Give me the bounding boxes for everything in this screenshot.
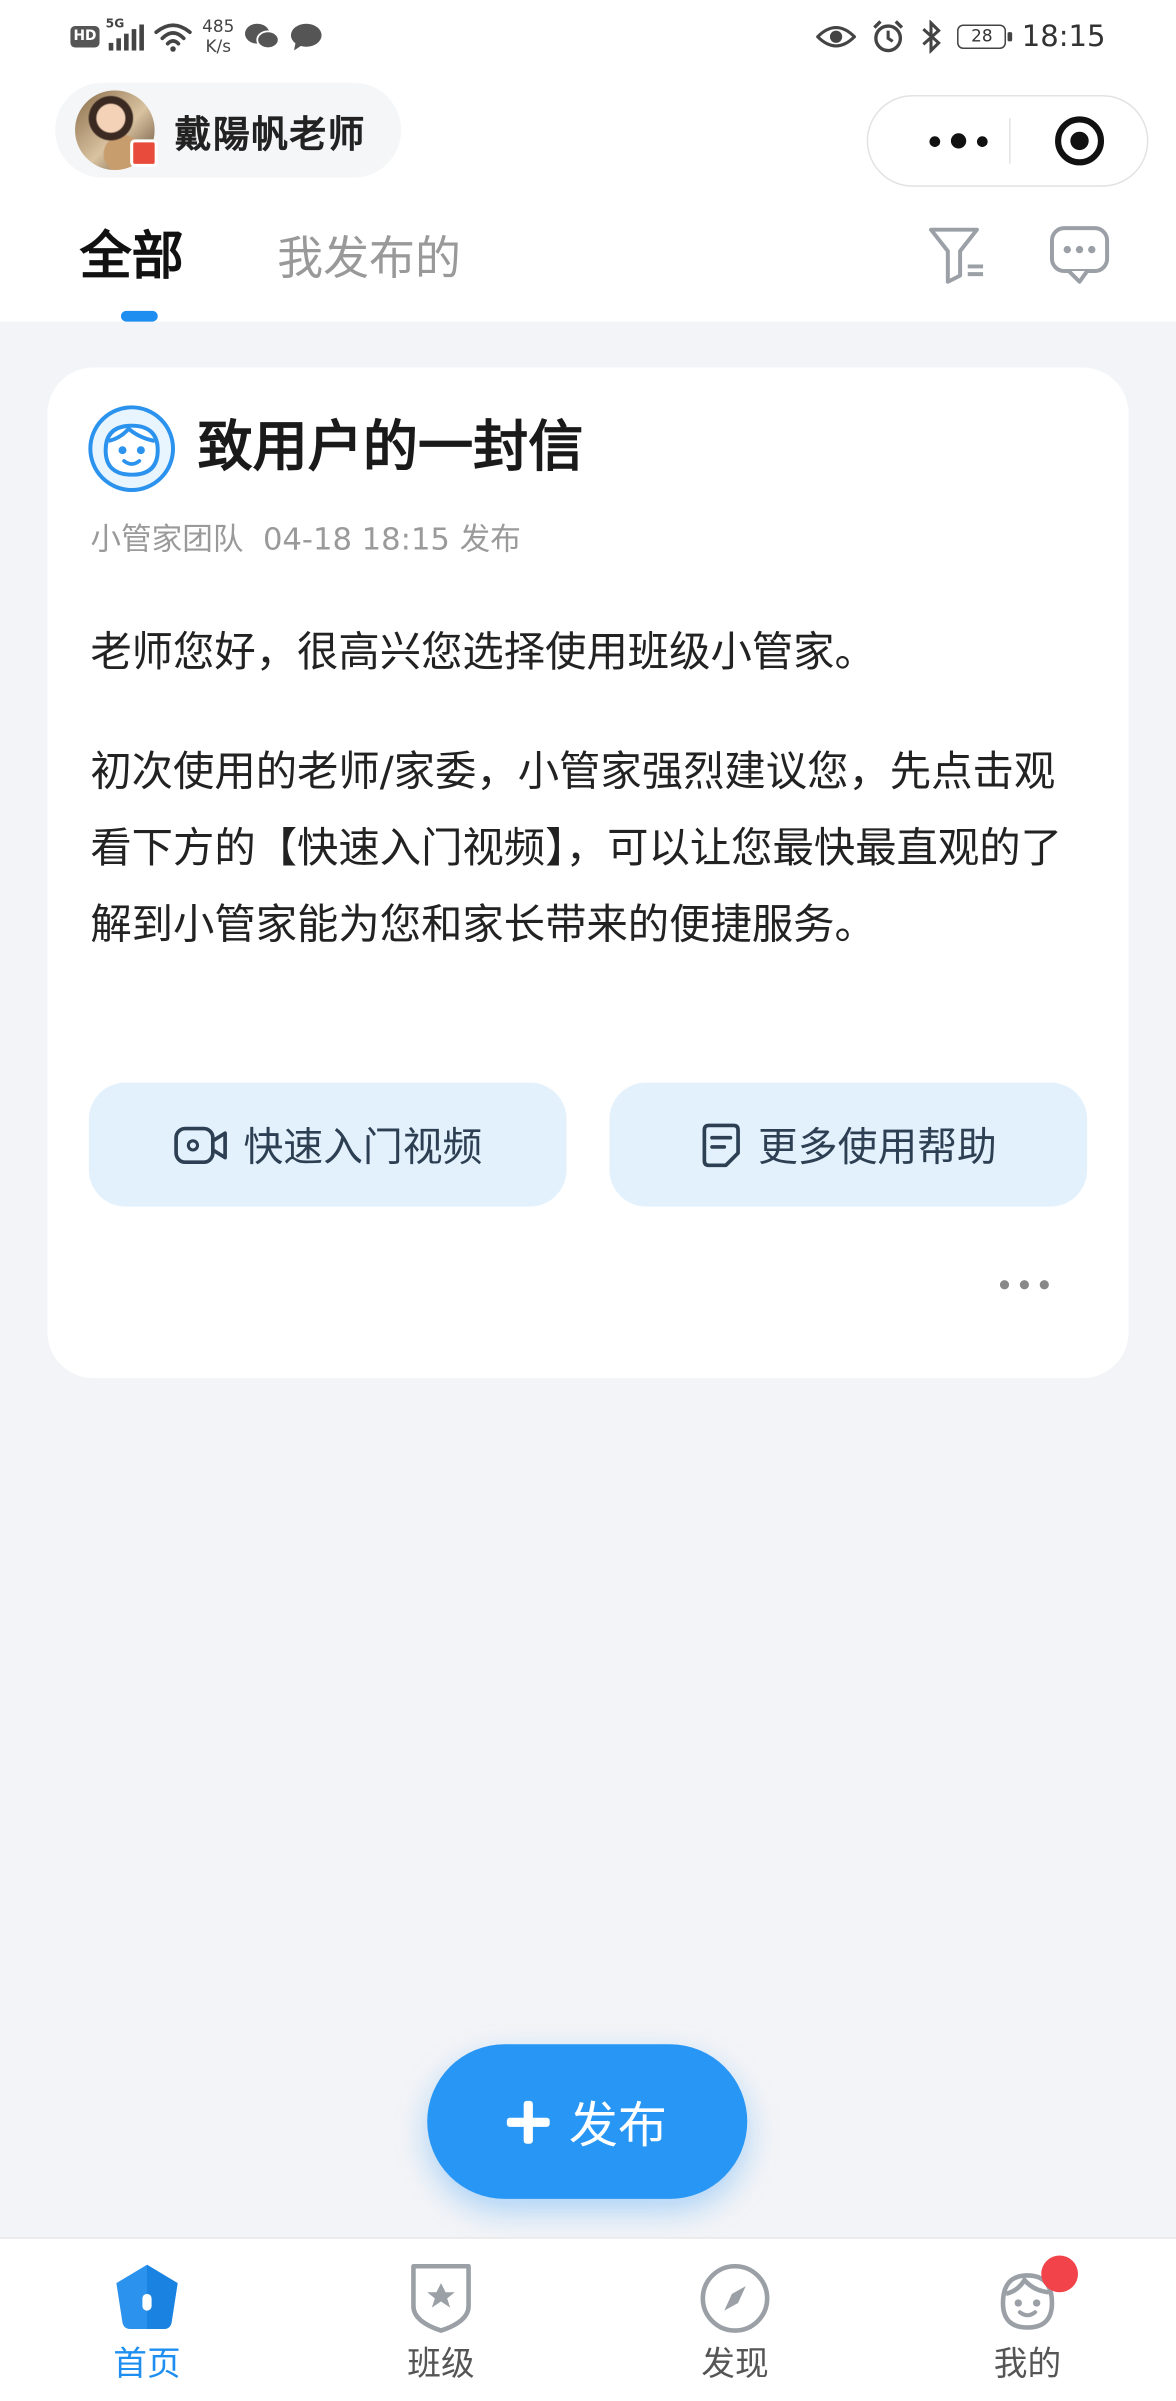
eye-icon	[816, 26, 857, 48]
nav-item-home[interactable]: 首页	[63, 2257, 231, 2401]
quick-start-video-label: 快速入门视频	[243, 1125, 483, 1172]
status-time: 18:15	[1021, 19, 1106, 54]
notification-badge	[1041, 2255, 1078, 2293]
card-body: 老师您好，很高兴您选择使用班级小管家。 初次使用的老师/家委，小管家强烈建议您，…	[90, 616, 1085, 1008]
nav-label-mine: 我的	[993, 2345, 1062, 2385]
card-meta: 小管家团队 04-18 18:15 发布	[90, 520, 521, 558]
plus-icon	[507, 2100, 551, 2143]
header: 戴陽帆老师 全部 我发布的	[0, 73, 1176, 322]
message-bubble-icon	[290, 23, 322, 51]
more-help-button[interactable]: 更多使用帮助	[609, 1082, 1088, 1207]
filter-icon[interactable]	[925, 224, 989, 288]
compass-icon	[700, 2263, 770, 2333]
document-icon	[702, 1122, 740, 1167]
hd-indicator: HD	[70, 26, 100, 48]
status-bar: HD 5G 485 K/s 28 18:15	[0, 0, 1176, 74]
home-icon	[116, 2264, 178, 2330]
nav-item-mine[interactable]: 我的	[943, 2257, 1111, 2401]
close-miniprogram-icon[interactable]	[1055, 116, 1105, 166]
nav-item-discover[interactable]: 发现	[651, 2257, 819, 2401]
network-speed: 485 K/s	[202, 17, 234, 57]
nav-label-class: 班级	[407, 2345, 475, 2385]
publish-button[interactable]: 发布	[427, 2044, 748, 2199]
miniprogram-capsule	[866, 94, 1149, 187]
card-paragraph: 老师您好，很高兴您选择使用班级小管家。	[90, 629, 876, 677]
card-paragraph: 初次使用的老师/家委，小管家强烈建议您，先点击观看下方的【快速入门视频】，可以让…	[90, 748, 1062, 950]
user-chip[interactable]: 戴陽帆老师	[55, 82, 402, 178]
alarm-icon	[873, 20, 904, 53]
chat-icon[interactable]	[1047, 224, 1111, 288]
status-left: HD 5G 485 K/s	[70, 15, 323, 58]
signal-icon: 5G	[106, 17, 144, 51]
capsule-divider	[1009, 117, 1011, 164]
nav-label-home: 首页	[113, 2345, 181, 2385]
bottom-nav: 首页 班级 发现 我的	[0, 2237, 1176, 2401]
wifi-icon	[154, 23, 192, 52]
tab-my-posts[interactable]: 我发布的	[277, 227, 461, 294]
assistant-logo-icon	[88, 405, 176, 492]
nav-item-class[interactable]: 班级	[357, 2257, 525, 2401]
more-help-label: 更多使用帮助	[757, 1125, 997, 1172]
video-icon	[174, 1125, 227, 1164]
quick-start-video-button[interactable]: 快速入门视频	[88, 1082, 567, 1207]
avatar[interactable]	[75, 90, 158, 170]
letter-card[interactable]: 致用户的一封信 小管家团队 04-18 18:15 发布 老师您好，很高兴您选择…	[47, 367, 1129, 1379]
active-tab-indicator	[120, 310, 158, 322]
signal-type-label: 5G	[105, 16, 125, 31]
user-name[interactable]: 戴陽帆老师	[175, 103, 366, 157]
speed-unit: K/s	[205, 36, 231, 57]
nav-label-discover: 发现	[701, 2345, 769, 2385]
tab-all[interactable]: 全部	[80, 224, 184, 291]
class-icon	[411, 2263, 471, 2333]
speed-value: 485	[202, 16, 235, 37]
card-more-icon[interactable]	[999, 1274, 1049, 1295]
wechat-icon	[245, 23, 280, 50]
card-title: 致用户的一封信	[197, 416, 584, 480]
publish-label: 发布	[568, 2095, 667, 2154]
bluetooth-icon	[922, 19, 942, 54]
more-menu-icon[interactable]	[908, 96, 1009, 185]
status-right: 28 18:15	[816, 18, 1106, 55]
battery-icon: 28	[957, 24, 1013, 49]
